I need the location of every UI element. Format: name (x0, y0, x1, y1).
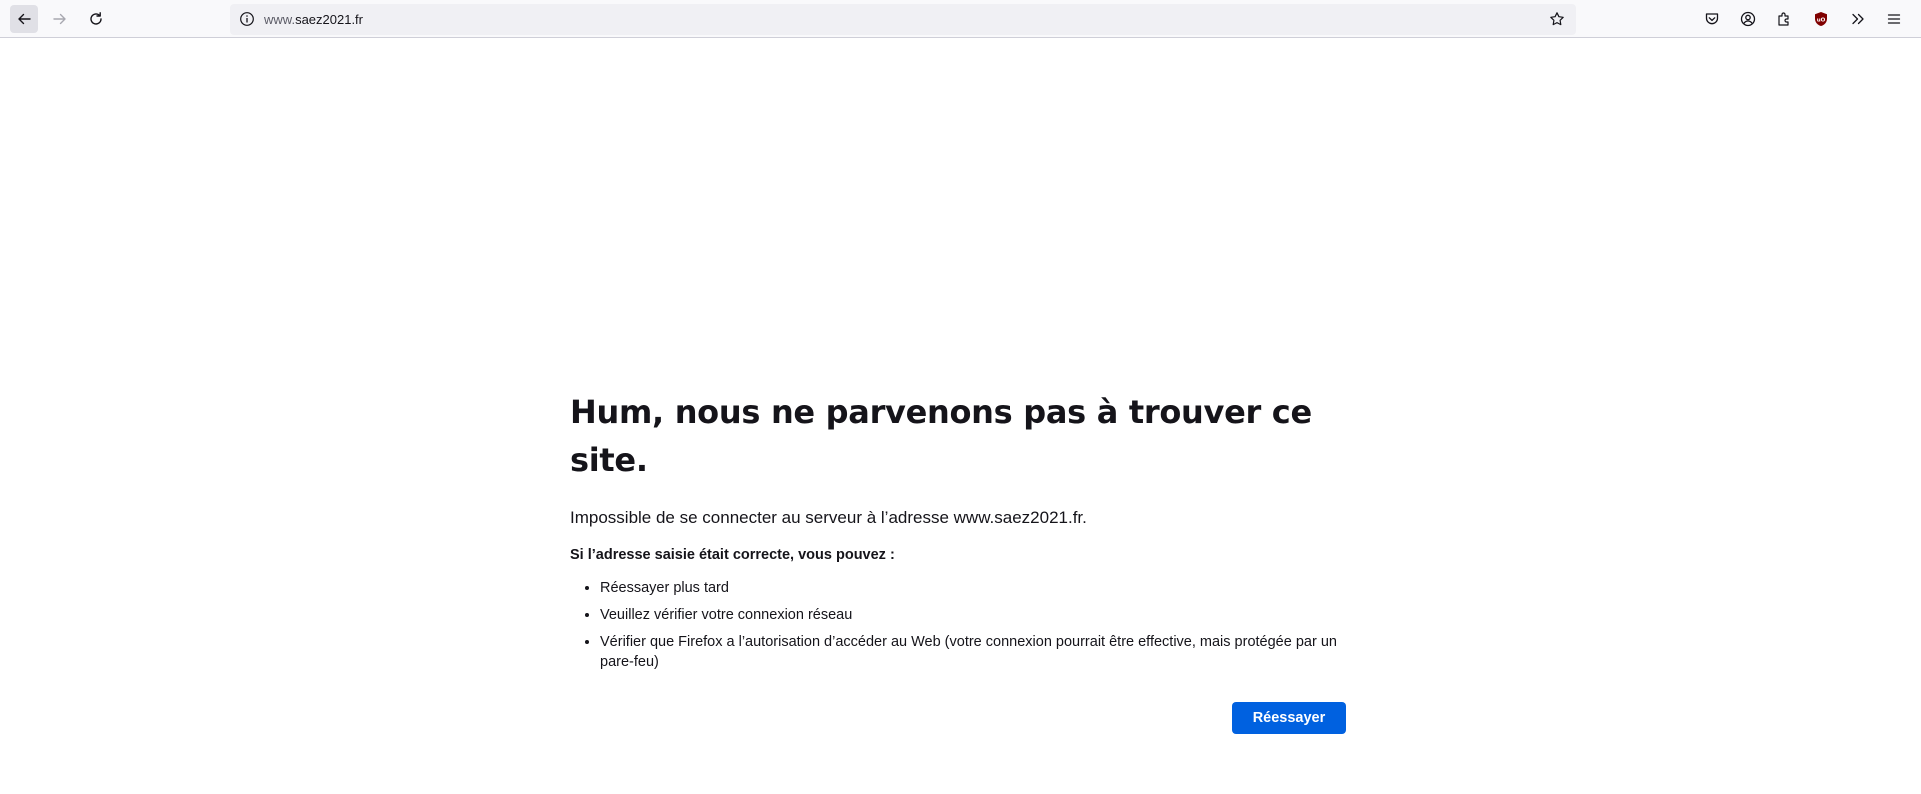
account-icon (1740, 11, 1756, 27)
reload-icon (90, 12, 102, 25)
error-description: Impossible de se connecter au serveur à … (570, 508, 1087, 527)
error-subheading: Si l’adresse saisie était correcte, vous… (570, 547, 895, 563)
suggestion-item: Vérifier que Firefox a l’autorisation d’… (600, 632, 1346, 672)
url-domain: saez2021.fr (295, 12, 363, 27)
svg-text:uO: uO (1817, 17, 1826, 23)
error-page-container: Hum, nous ne parvenons pas à trouver ce … (570, 388, 1346, 742)
extensions-button[interactable] (1770, 5, 1798, 33)
bookmark-star-icon (1550, 12, 1564, 26)
pocket-icon (1705, 13, 1719, 25)
suggestion-list: Réessayer plus tard Veuillez vérifier vo… (570, 578, 1346, 672)
bookmark-button[interactable] (1546, 8, 1568, 30)
reload-button[interactable] (82, 5, 110, 33)
site-info-button[interactable] (236, 8, 258, 30)
pocket-button[interactable] (1698, 5, 1726, 33)
info-icon (240, 12, 254, 26)
back-arrow-icon (18, 13, 31, 25)
account-button[interactable] (1734, 5, 1762, 33)
suggestion-item: Veuillez vérifier votre connexion réseau (600, 605, 1346, 625)
extensions-icon (1778, 12, 1789, 26)
ublock-origin-icon: uO (1815, 12, 1827, 26)
forward-button[interactable] (46, 5, 74, 33)
url-prefix: www. (264, 12, 296, 27)
error-title: Hum, nous ne parvenons pas à trouver ce … (570, 393, 1312, 479)
address-bar[interactable]: www.saez2021.fr (230, 4, 1576, 35)
url-text[interactable]: www.saez2021.fr (264, 12, 363, 27)
error-actions: Réessayer (570, 702, 1346, 742)
suggestion-item: Réessayer plus tard (600, 578, 1346, 598)
hamburger-menu-icon (1887, 14, 1901, 24)
ublock-origin-button[interactable]: uO (1807, 5, 1835, 33)
retry-button[interactable]: Réessayer (1232, 702, 1346, 734)
overflow-menu-button[interactable] (1844, 5, 1872, 33)
back-button[interactable] (10, 5, 38, 33)
forward-arrow-icon (53, 13, 66, 25)
app-menu-button[interactable] (1880, 5, 1908, 33)
overflow-chevrons-icon (1852, 13, 1864, 25)
browser-toolbar: www.saez2021.fr uO (0, 0, 1921, 38)
